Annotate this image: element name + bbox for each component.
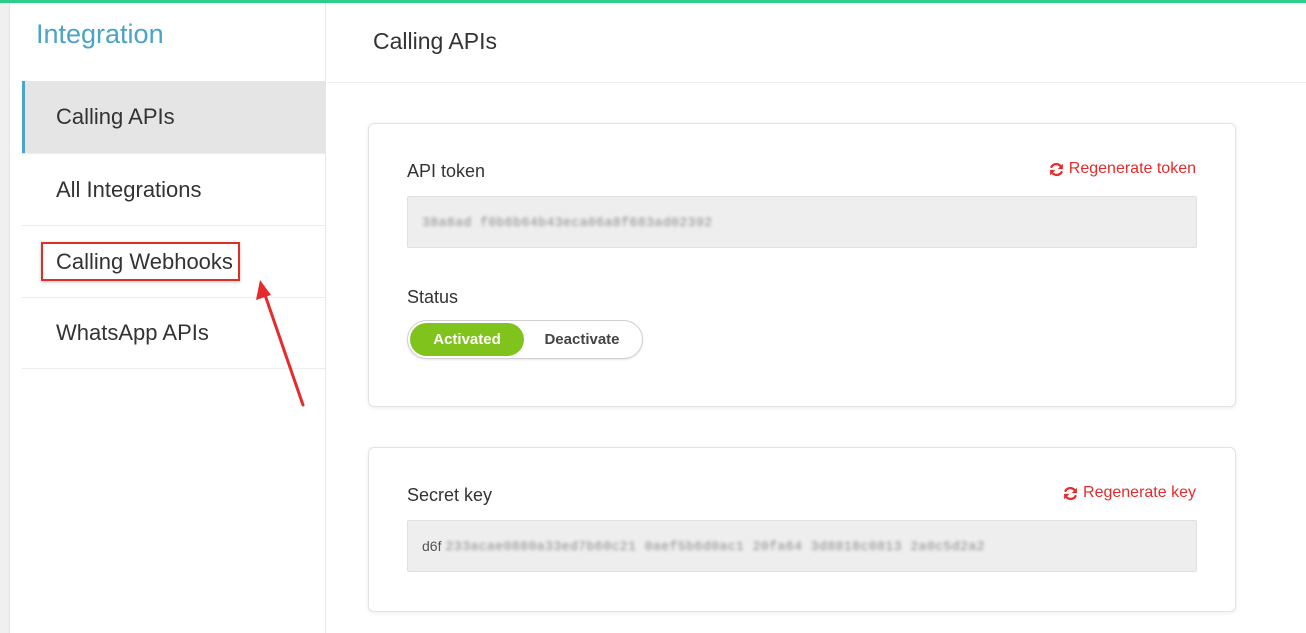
- regenerate-key-label: Regenerate key: [1083, 484, 1196, 501]
- api-token-card: API token Regenerate token 38a8ad f0b6b6…: [368, 123, 1236, 407]
- api-token-field[interactable]: 38a8ad f0b6b64b43eca06a8f683ad02392: [407, 196, 1197, 248]
- sidebar-item-label: Calling APIs: [56, 104, 175, 129]
- secret-key-prefix: d6f: [422, 538, 442, 554]
- sidebar-item-label: Calling Webhooks: [41, 242, 240, 281]
- api-token-value: 38a8ad f0b6b64b43eca06a8f683ad02392: [422, 214, 713, 230]
- annotation-arrow: [256, 280, 305, 407]
- secret-key-card: Secret key Regenerate key d6f 233acae088…: [368, 447, 1236, 612]
- secret-key-field[interactable]: d6f 233acae0880a33ed7b60c21 0aef5b6d0ac1…: [407, 520, 1197, 572]
- sidebar-item-label: All Integrations: [56, 176, 202, 202]
- page-title: Calling APIs: [373, 28, 498, 54]
- api-token-label: API token: [407, 161, 486, 181]
- refresh-icon: [1064, 486, 1077, 500]
- regenerate-token-link[interactable]: Regenerate token: [1049, 160, 1196, 178]
- status-label: Status: [407, 287, 459, 307]
- left-gutter: [0, 3, 10, 633]
- refresh-icon: [1049, 162, 1063, 176]
- secret-key-value: 233acae0880a33ed7b60c21 0aef5b6d0ac1 20f…: [445, 538, 986, 554]
- sidebar-title: Integration: [36, 19, 164, 49]
- sidebar-item-calling-apis[interactable]: Calling APIs: [22, 81, 325, 153]
- page-header: Calling APIs: [327, 3, 1306, 83]
- regenerate-key-link[interactable]: Regenerate key: [1063, 484, 1196, 502]
- sidebar-item-label: WhatsApp APIs: [56, 320, 209, 345]
- secret-key-label: Secret key: [407, 485, 493, 505]
- sidebar-item-all-integrations[interactable]: All Integrations: [22, 153, 325, 225]
- status-toggle[interactable]: Activated Deactivate: [407, 320, 643, 359]
- regenerate-token-label: Regenerate token: [1068, 160, 1196, 177]
- toggle-deactivate-option[interactable]: Deactivate: [524, 331, 640, 348]
- toggle-activated-option[interactable]: Activated: [410, 323, 524, 356]
